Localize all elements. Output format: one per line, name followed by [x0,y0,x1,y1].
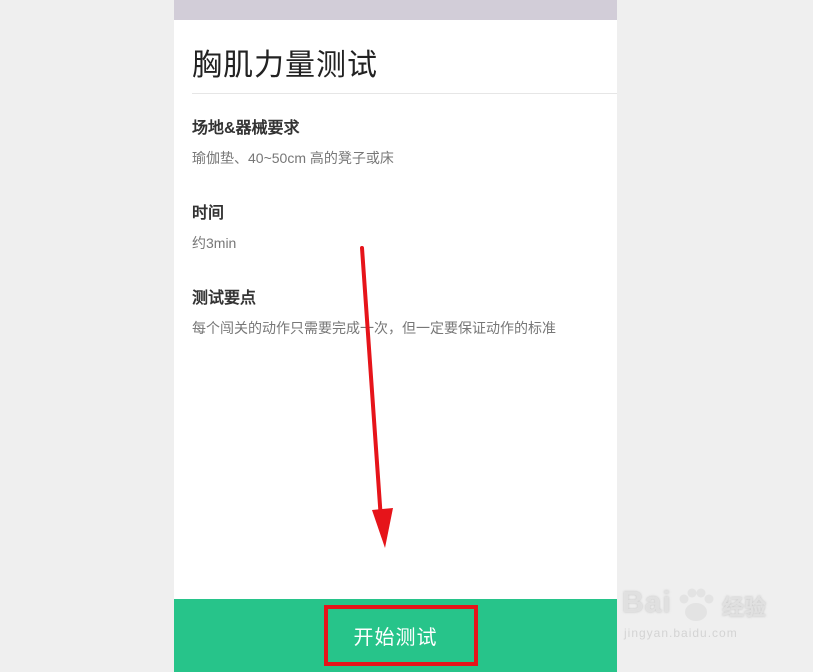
baidu-jingyan-watermark: Bai 经验 jingyan.baidu.com [622,586,802,656]
paw-icon [679,588,714,621]
watermark-brand-suffix: 经验 [722,595,767,620]
watermark-brand: Bai [622,586,672,619]
annotation-arrow-icon [360,246,393,548]
watermark-url: jingyan.baidu.com [624,626,738,640]
